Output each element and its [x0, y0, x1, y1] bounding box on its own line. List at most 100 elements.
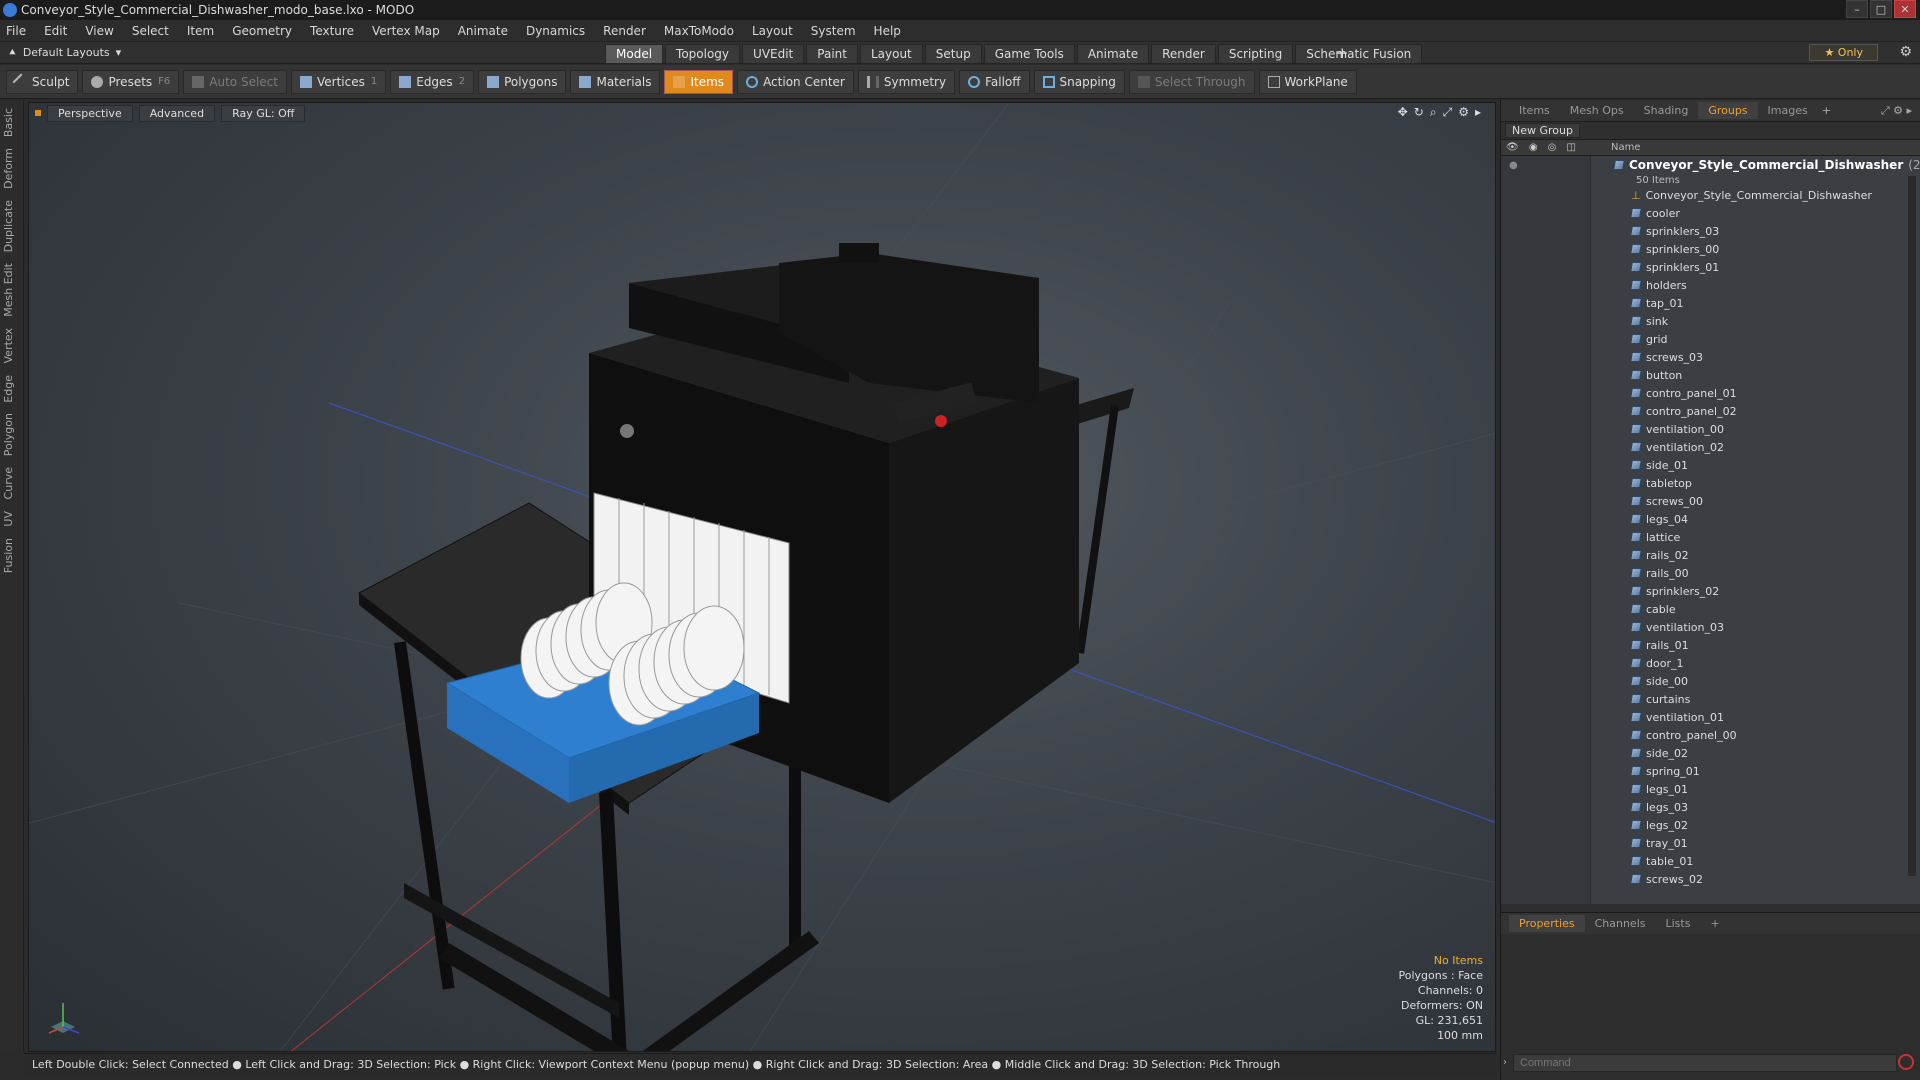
snapping-button[interactable]: Snapping	[1033, 69, 1125, 94]
menu-file[interactable]: File	[6, 24, 26, 38]
tab-channels[interactable]: Channels	[1585, 915, 1656, 932]
tab-groups[interactable]: Groups	[1698, 102, 1758, 119]
list-item[interactable]: legs_04	[1501, 510, 1920, 528]
tab-fusion[interactable]: Fusion	[0, 535, 17, 576]
auto-select-button[interactable]: Auto Select	[183, 69, 287, 94]
tab-schematic-fusion[interactable]: Schematic Fusion	[1295, 44, 1423, 64]
menu-view[interactable]: View	[85, 24, 113, 38]
edges-button[interactable]: Edges 2	[390, 69, 475, 94]
group-row[interactable]: ● Conveyor_Style_Commercial_Dishwasher (…	[1501, 156, 1920, 174]
tab-lists[interactable]: Lists	[1656, 915, 1701, 932]
eye-icon[interactable]: ●	[1509, 160, 1518, 171]
command-input[interactable]	[1513, 1054, 1897, 1072]
tab-setup[interactable]: Setup	[924, 44, 982, 64]
list-item[interactable]: sprinklers_02	[1501, 582, 1920, 600]
tab-images[interactable]: Images	[1758, 102, 1818, 119]
menu-geometry[interactable]: Geometry	[232, 24, 292, 38]
maximize-button[interactable]: □	[1870, 0, 1892, 18]
add-tab-icon[interactable]: +	[1822, 104, 1831, 117]
menu-maxtomodo[interactable]: MaxToModo	[664, 24, 734, 38]
menu-help[interactable]: Help	[874, 24, 901, 38]
list-item[interactable]: ventilation_01	[1501, 708, 1920, 726]
add-layout-icon[interactable]: +	[1336, 44, 1349, 62]
tab-deform[interactable]: Deform	[0, 145, 17, 192]
tab-duplicate[interactable]: Duplicate	[0, 197, 17, 255]
tab-curve[interactable]: Curve	[0, 464, 17, 502]
list-item[interactable]: rails_02	[1501, 546, 1920, 564]
new-group-button[interactable]: New Group	[1505, 123, 1580, 138]
layouts-dropdown[interactable]: ⯅ Default Layouts ▾	[8, 46, 121, 60]
menu-layout[interactable]: Layout	[752, 24, 793, 38]
list-item[interactable]: tabletop	[1501, 474, 1920, 492]
close-button[interactable]: ✕	[1894, 0, 1916, 18]
list-item[interactable]: screws_03	[1501, 348, 1920, 366]
tab-animate[interactable]: Animate	[1076, 44, 1150, 64]
list-item[interactable]: side_02	[1501, 744, 1920, 762]
list-item[interactable]: rails_01	[1501, 636, 1920, 654]
menu-item[interactable]: Item	[187, 24, 214, 38]
list-item[interactable]: grid	[1501, 330, 1920, 348]
menu-texture[interactable]: Texture	[310, 24, 354, 38]
list-item[interactable]: button	[1501, 366, 1920, 384]
list-item[interactable]: sink	[1501, 312, 1920, 330]
list-item[interactable]: door_1	[1501, 654, 1920, 672]
name-column-header[interactable]: Name	[1581, 142, 1641, 153]
panel-expand-icon[interactable]: ⤢ ⚙ ▸	[1881, 104, 1912, 118]
select-through-button[interactable]: Select Through	[1128, 69, 1255, 94]
tab-model[interactable]: Model	[605, 44, 664, 64]
menu-select[interactable]: Select	[132, 24, 169, 38]
tab-edge[interactable]: Edge	[0, 372, 17, 406]
list-item[interactable]: tray_01	[1501, 834, 1920, 852]
minimize-button[interactable]: –	[1846, 0, 1868, 18]
list-item[interactable]: legs_03	[1501, 798, 1920, 816]
list-item[interactable]: rails_00	[1501, 564, 1920, 582]
menu-dynamics[interactable]: Dynamics	[526, 24, 585, 38]
only-button[interactable]: ★ Only	[1809, 44, 1878, 61]
list-item[interactable]: ventilation_03	[1501, 618, 1920, 636]
tab-mesh-ops[interactable]: Mesh Ops	[1560, 102, 1634, 119]
lock-column-icon[interactable]: ◎	[1548, 142, 1557, 153]
menu-system[interactable]: System	[811, 24, 856, 38]
items-button[interactable]: Items	[664, 69, 734, 94]
tab-mesh-edit[interactable]: Mesh Edit	[0, 260, 17, 320]
list-item[interactable]: spring_01	[1501, 762, 1920, 780]
tab-game-tools[interactable]: Game Tools	[983, 44, 1075, 64]
visibility-column-icon[interactable]: 👁	[1506, 142, 1519, 153]
tab-shading[interactable]: Shading	[1634, 102, 1699, 119]
list-item[interactable]: side_00	[1501, 672, 1920, 690]
3d-viewport[interactable]: Perspective Advanced Ray GL: Off ✥ ↻ ⌕ ⤢…	[28, 102, 1496, 1052]
tab-paint[interactable]: Paint	[806, 44, 858, 64]
list-item[interactable]: contro_panel_01	[1501, 384, 1920, 402]
tab-properties[interactable]: Properties	[1509, 915, 1585, 932]
render-column-icon[interactable]: ◉	[1529, 142, 1538, 153]
tab-uv[interactable]: UV	[0, 508, 17, 530]
menu-render[interactable]: Render	[603, 24, 646, 38]
action-center-button[interactable]: Action Center	[737, 69, 854, 94]
tab-topology[interactable]: Topology	[665, 44, 741, 64]
list-item[interactable]: cable	[1501, 600, 1920, 618]
tab-polygon[interactable]: Polygon	[0, 410, 17, 459]
list-item[interactable]: lattice	[1501, 528, 1920, 546]
list-item[interactable]: contro_panel_02	[1501, 402, 1920, 420]
tab-layout[interactable]: Layout	[859, 44, 923, 64]
tab-uvedit[interactable]: UVEdit	[742, 44, 805, 64]
menu-vertex-map[interactable]: Vertex Map	[372, 24, 440, 38]
list-item[interactable]: table_01	[1501, 852, 1920, 870]
list-item[interactable]: ventilation_00	[1501, 420, 1920, 438]
list-item[interactable]: side_01	[1501, 456, 1920, 474]
list-item[interactable]: contro_panel_00	[1501, 726, 1920, 744]
list-item[interactable]: sprinklers_00	[1501, 240, 1920, 258]
gear-icon[interactable]: ⚙	[1899, 44, 1912, 60]
list-item[interactable]: legs_02	[1501, 816, 1920, 834]
menu-animate[interactable]: Animate	[458, 24, 508, 38]
presets-button[interactable]: Presets F6	[82, 69, 180, 94]
list-item[interactable]: holders	[1501, 276, 1920, 294]
command-record-icon[interactable]	[1898, 1054, 1914, 1070]
tab-render[interactable]: Render	[1151, 44, 1216, 64]
tab-scripting[interactable]: Scripting	[1217, 44, 1294, 64]
list-item[interactable]: curtains	[1501, 690, 1920, 708]
list-item[interactable]: tap_01	[1501, 294, 1920, 312]
tab-items[interactable]: Items	[1509, 102, 1560, 119]
add-props-tab-icon[interactable]: +	[1700, 915, 1729, 932]
list-item[interactable]: sprinklers_01	[1501, 258, 1920, 276]
